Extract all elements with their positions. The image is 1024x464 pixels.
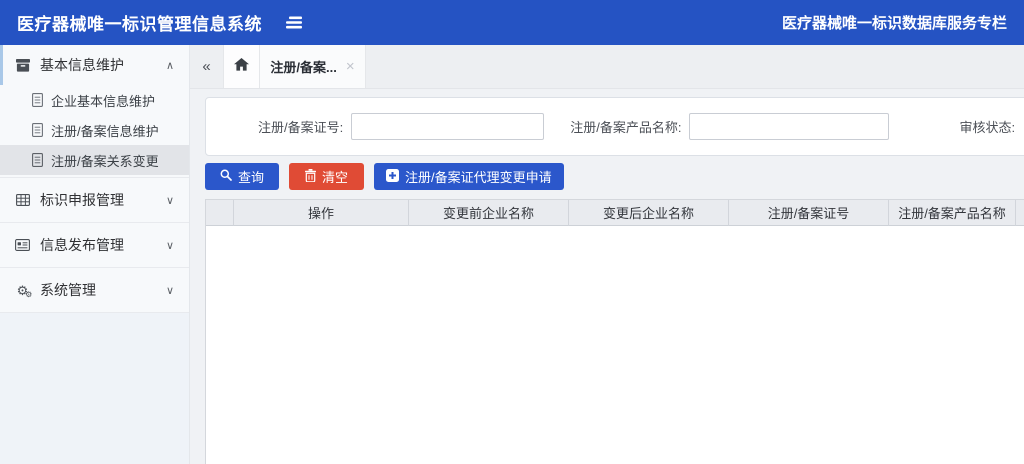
clear-button[interactable]: 清空 [289,163,364,190]
chevron-down-icon: ∨ [166,284,174,297]
filter-audit-status: 审核状态: [959,117,1015,136]
chevron-down-icon: ∨ [166,239,174,252]
grid-header-operation: 操作 [234,200,409,226]
sidebar-group-label: 信息发布管理 [40,235,124,255]
sidebar-item-label: 企业基本信息维护 [51,91,155,110]
home-tab-button[interactable] [224,45,260,88]
id-card-icon [14,239,31,251]
list-menu-icon[interactable] [286,16,303,29]
tab-registration-change[interactable]: 注册/备案... × [260,45,366,88]
sidebar-group-label: 系统管理 [40,280,96,300]
filter-cert-no: 注册/备案证号: [258,113,544,140]
trash-icon [305,169,316,185]
change-request-button[interactable]: 注册/备案证代理变更申请 [374,163,564,190]
filter-panel: 注册/备案证号: 注册/备案产品名称: 审核状态: [205,97,1024,156]
plus-square-icon [386,169,399,185]
toolbar: 查询 清空 注册/备案证代理变更申请 [205,163,564,190]
sidebar-item-label: 注册/备案关系变更 [51,151,159,170]
sidebar-group-label: 标识申报管理 [40,190,124,210]
sidebar: 基本信息维护 ∧ 企业基本信息维护 注册/备案信息维护 [0,45,190,464]
collapse-sidebar-button[interactable]: « [190,45,224,88]
cert-no-input[interactable] [351,113,544,140]
sidebar-group-system-management[interactable]: ⚙⚙ 系统管理 ∨ [0,268,189,312]
sidebar-group-label: 基本信息维护 [40,55,124,75]
document-icon [32,123,43,137]
change-request-button-label: 注册/备案证代理变更申请 [405,167,552,186]
product-name-label: 注册/备案产品名称: [570,117,681,136]
gears-icon: ⚙⚙ [14,284,31,297]
chevron-up-icon: ∧ [166,59,174,72]
query-button[interactable]: 查询 [205,163,279,190]
product-name-input[interactable] [689,113,889,140]
sidebar-group-basic-info[interactable]: 基本信息维护 ∧ [0,45,189,85]
grid-header-overflow [1016,200,1024,226]
data-grid: 操作 变更前企业名称 变更后企业名称 注册/备案证号 注册/备案产品名称 [205,199,1024,464]
sidebar-group-identifier-declaration[interactable]: 标识申报管理 ∨ [0,178,189,222]
grid-header-product-name: 注册/备案产品名称 [889,200,1016,226]
document-icon [32,153,43,167]
grid-header-cert-no: 注册/备案证号 [729,200,889,226]
sidebar-filler [0,312,189,464]
search-icon [220,169,232,184]
grid-body-empty [206,226,1024,464]
udi-database-column-link[interactable]: 医疗器械唯一标识数据库服务专栏 [782,12,1007,33]
app-header: 医疗器械唯一标识管理信息系统 医疗器械唯一标识数据库服务专栏 [0,0,1024,45]
table-grid-icon [14,194,31,206]
sidebar-group-info-publish[interactable]: 信息发布管理 ∨ [0,223,189,267]
query-button-label: 查询 [238,167,264,186]
grid-header-index [206,200,234,226]
cert-no-label: 注册/备案证号: [258,117,343,136]
archive-box-icon [14,59,31,72]
sidebar-item-registration-relation-change[interactable]: 注册/备案关系变更 [0,145,189,175]
home-icon [234,58,249,76]
tab-label: 注册/备案... [270,57,336,76]
filter-product-name: 注册/备案产品名称: [570,113,889,140]
chevron-down-icon: ∨ [166,194,174,207]
audit-status-label: 审核状态: [959,117,1015,136]
tab-bar: « 注册/备案... × [190,45,1024,89]
grid-header-row: 操作 变更前企业名称 变更后企业名称 注册/备案证号 注册/备案产品名称 [206,200,1024,226]
grid-header-company-before: 变更前企业名称 [409,200,569,226]
sidebar-item-label: 注册/备案信息维护 [51,121,159,140]
document-icon [32,93,43,107]
sidebar-item-company-basic-info[interactable]: 企业基本信息维护 [0,85,189,115]
app-title: 医疗器械唯一标识管理信息系统 [17,10,262,35]
sidebar-item-registration-info[interactable]: 注册/备案信息维护 [0,115,189,145]
close-tab-icon[interactable]: × [346,58,355,75]
clear-button-label: 清空 [322,167,348,186]
grid-header-company-after: 变更后企业名称 [569,200,729,226]
